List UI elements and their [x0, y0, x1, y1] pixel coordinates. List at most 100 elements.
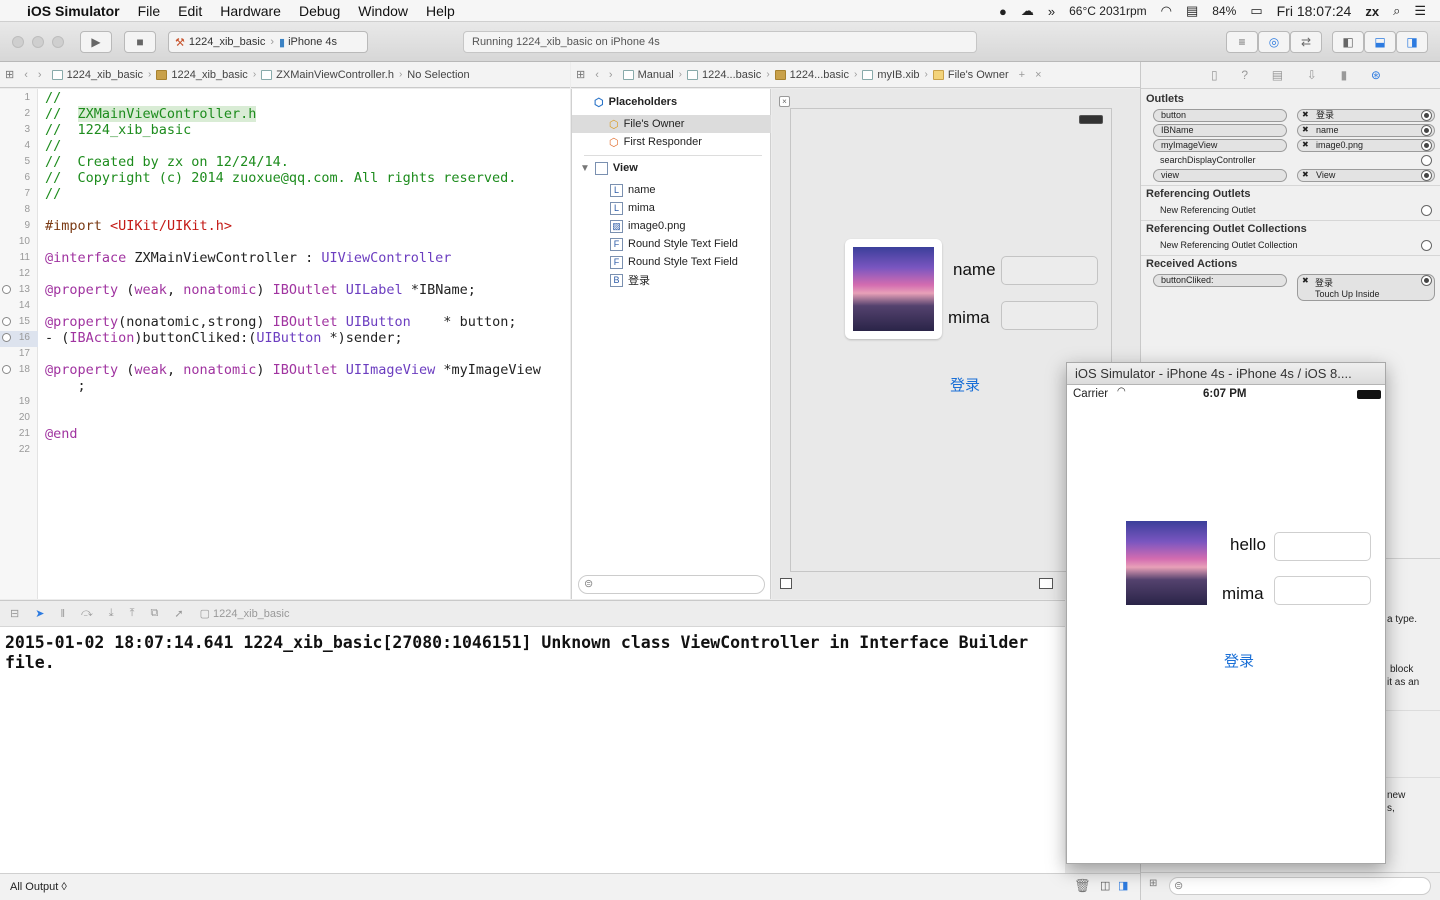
clock[interactable]: Fri 18:07:24 — [1277, 3, 1352, 19]
connection-circle[interactable] — [1421, 140, 1432, 151]
menu-hardware[interactable]: Hardware — [211, 3, 290, 19]
split-left-icon[interactable]: ◫ — [1100, 879, 1110, 892]
outlet-searchdisplaycontroller[interactable]: searchDisplayController — [1160, 155, 1256, 165]
version-editor-button[interactable]: ⇄ — [1290, 31, 1322, 53]
location-icon[interactable]: ➚ — [174, 607, 183, 620]
show-outline-icon[interactable] — [780, 578, 792, 589]
run-button[interactable]: ▶ — [80, 31, 112, 53]
menu-app-name[interactable]: iOS Simulator — [18, 3, 129, 19]
back-arrow-icon[interactable]: ‹ — [19, 69, 33, 81]
outlet-button[interactable]: button — [1153, 109, 1287, 122]
stop-button[interactable]: ■ — [124, 31, 156, 53]
debug-area-toggle-button[interactable]: ⬓ — [1364, 31, 1396, 53]
outline-item[interactable]: ▨ image0.png — [572, 217, 771, 235]
jump-group-2[interactable]: 1224...basic — [770, 69, 854, 81]
outlet-view[interactable]: view — [1153, 169, 1287, 182]
library-filter-field[interactable]: ⊜ — [1169, 877, 1431, 895]
standard-editor-button[interactable]: ≡ — [1226, 31, 1258, 53]
disconnect-icon[interactable]: ✖ — [1302, 170, 1309, 179]
forward-arrow-icon[interactable]: › — [33, 69, 47, 81]
outline-item[interactable]: B 登录 — [572, 271, 771, 289]
outline-item[interactable]: Lname — [572, 181, 771, 199]
trash-icon[interactable]: 🗑 — [1074, 878, 1091, 894]
cloud-icon[interactable]: ☁ — [1021, 3, 1034, 19]
hide-debug-area-icon[interactable]: ⊟ — [10, 607, 19, 620]
pause-icon[interactable]: ‖ — [60, 608, 65, 620]
step-into-icon[interactable]: ⤓ — [109, 607, 114, 620]
mima-text-field[interactable] — [1274, 576, 1371, 605]
close-scene-icon[interactable]: × — [779, 96, 790, 107]
close-editor-icon[interactable]: × — [1030, 69, 1046, 81]
new-referencing-outlet[interactable]: New Referencing Outlet — [1160, 205, 1256, 215]
user-name[interactable]: zx — [1365, 4, 1379, 19]
qq-icon[interactable]: ● — [999, 4, 1007, 19]
menu-help[interactable]: Help — [417, 3, 464, 19]
connection-circle[interactable] — [1421, 205, 1432, 216]
split-right-icon[interactable]: ◨ — [1118, 879, 1128, 892]
menu-edit[interactable]: Edit — [169, 3, 211, 19]
battery-percent[interactable]: 84% — [1212, 4, 1236, 18]
navigator-toggle-button[interactable]: ◧ — [1332, 31, 1364, 53]
scheme-selector[interactable]: ⚒ 1224_xib_basic › ▮ iPhone 4s — [168, 31, 368, 53]
notification-list-icon[interactable]: ☰ — [1414, 3, 1426, 19]
grid-view-icon[interactable]: ⊞ — [1149, 878, 1157, 889]
jump-project[interactable]: 1224_xib_basic — [47, 69, 148, 81]
code-editor[interactable]: 1 2 3 4 5 6 7 8 9 10 11 12 13 14 15 16 1… — [0, 89, 570, 599]
back-arrow-icon[interactable]: ‹ — [590, 69, 604, 81]
minimize-window-button[interactable] — [32, 36, 44, 48]
output-filter-select[interactable]: All Output ◊ — [10, 881, 67, 893]
action-buttoncliked[interactable]: buttonCliked: — [1153, 274, 1287, 287]
jump-xib[interactable]: myIB.xib — [857, 69, 924, 81]
connection-circle[interactable] — [1421, 125, 1432, 136]
name-label[interactable]: name — [953, 260, 996, 280]
jump-manual[interactable]: Manual — [618, 69, 679, 81]
connection-circle[interactable] — [1421, 110, 1432, 121]
name-text-field[interactable] — [1274, 532, 1371, 561]
assistant-editor-button[interactable]: ◎ — [1258, 31, 1290, 53]
outlet-myimageview[interactable]: myImageView — [1153, 139, 1287, 152]
login-button[interactable]: 登录 — [1224, 650, 1254, 671]
wifi-icon[interactable]: ◠ — [1161, 3, 1172, 19]
battery-icon[interactable]: ▭ — [1250, 3, 1262, 19]
outline-files-owner[interactable]: ⬡ File's Owner — [572, 115, 771, 133]
menu-debug[interactable]: Debug — [290, 3, 349, 19]
forward-arrow-icon[interactable]: › — [604, 69, 618, 81]
mima-text-field[interactable] — [1001, 301, 1098, 330]
connection-circle[interactable] — [1421, 170, 1432, 181]
connections-inspector-icon[interactable]: ⊛ — [1371, 68, 1381, 84]
flag-icon[interactable]: ▤ — [1186, 3, 1198, 19]
help-inspector-icon[interactable]: ? — [1241, 68, 1248, 84]
outline-first-responder[interactable]: ⬡ First Responder — [572, 133, 771, 151]
breakpoints-toggle-icon[interactable]: ➤ — [35, 607, 44, 620]
disconnect-icon[interactable]: ✖ — [1302, 125, 1309, 134]
zoom-window-button[interactable] — [52, 36, 64, 48]
outlet-myimageview-target[interactable]: image0.png — [1297, 139, 1435, 152]
jump-project-2[interactable]: 1224...basic — [682, 69, 766, 81]
disconnect-icon[interactable]: ✖ — [1302, 110, 1309, 119]
outlet-ibname-target[interactable]: name — [1297, 124, 1435, 137]
name-text-field[interactable] — [1001, 256, 1098, 285]
jump-files-owner[interactable]: File's Owner — [928, 69, 1014, 81]
forward-icon[interactable]: » — [1048, 4, 1055, 19]
outline-placeholders[interactable]: ⬡ Placeholders — [572, 93, 771, 111]
outline-view[interactable]: ▼ View — [572, 159, 771, 177]
utilities-toggle-button[interactable]: ◨ — [1396, 31, 1428, 53]
attributes-inspector-icon[interactable]: ⇩ — [1307, 68, 1317, 84]
login-button[interactable]: 登录 — [950, 374, 980, 395]
outlet-view-target[interactable]: View — [1297, 169, 1435, 182]
outlet-ibname[interactable]: IBName — [1153, 124, 1287, 137]
spotlight-icon[interactable]: ⌕ — [1393, 3, 1400, 19]
console-output[interactable]: 2015-01-02 18:07:14.641 1224_xib_basic[2… — [0, 627, 1065, 873]
ios-simulator-window[interactable]: iOS Simulator - iPhone 4s - iPhone 4s / … — [1066, 362, 1386, 864]
menu-window[interactable]: Window — [349, 3, 417, 19]
related-items-icon[interactable]: ⊞ — [571, 68, 590, 81]
outline-item[interactable]: F Round Style Text Field — [572, 253, 771, 271]
outline-item[interactable]: Lmima — [572, 199, 771, 217]
outline-filter-field[interactable]: ⊜ — [578, 575, 765, 594]
close-window-button[interactable] — [12, 36, 24, 48]
related-items-icon[interactable]: ⊞ — [0, 68, 19, 81]
step-over-icon[interactable]: ⤼ — [81, 607, 93, 620]
ib-device-view[interactable]: name mima 登录 — [790, 108, 1112, 572]
jump-group[interactable]: 1224_xib_basic — [151, 69, 252, 81]
disconnect-icon[interactable]: ✖ — [1302, 276, 1309, 285]
